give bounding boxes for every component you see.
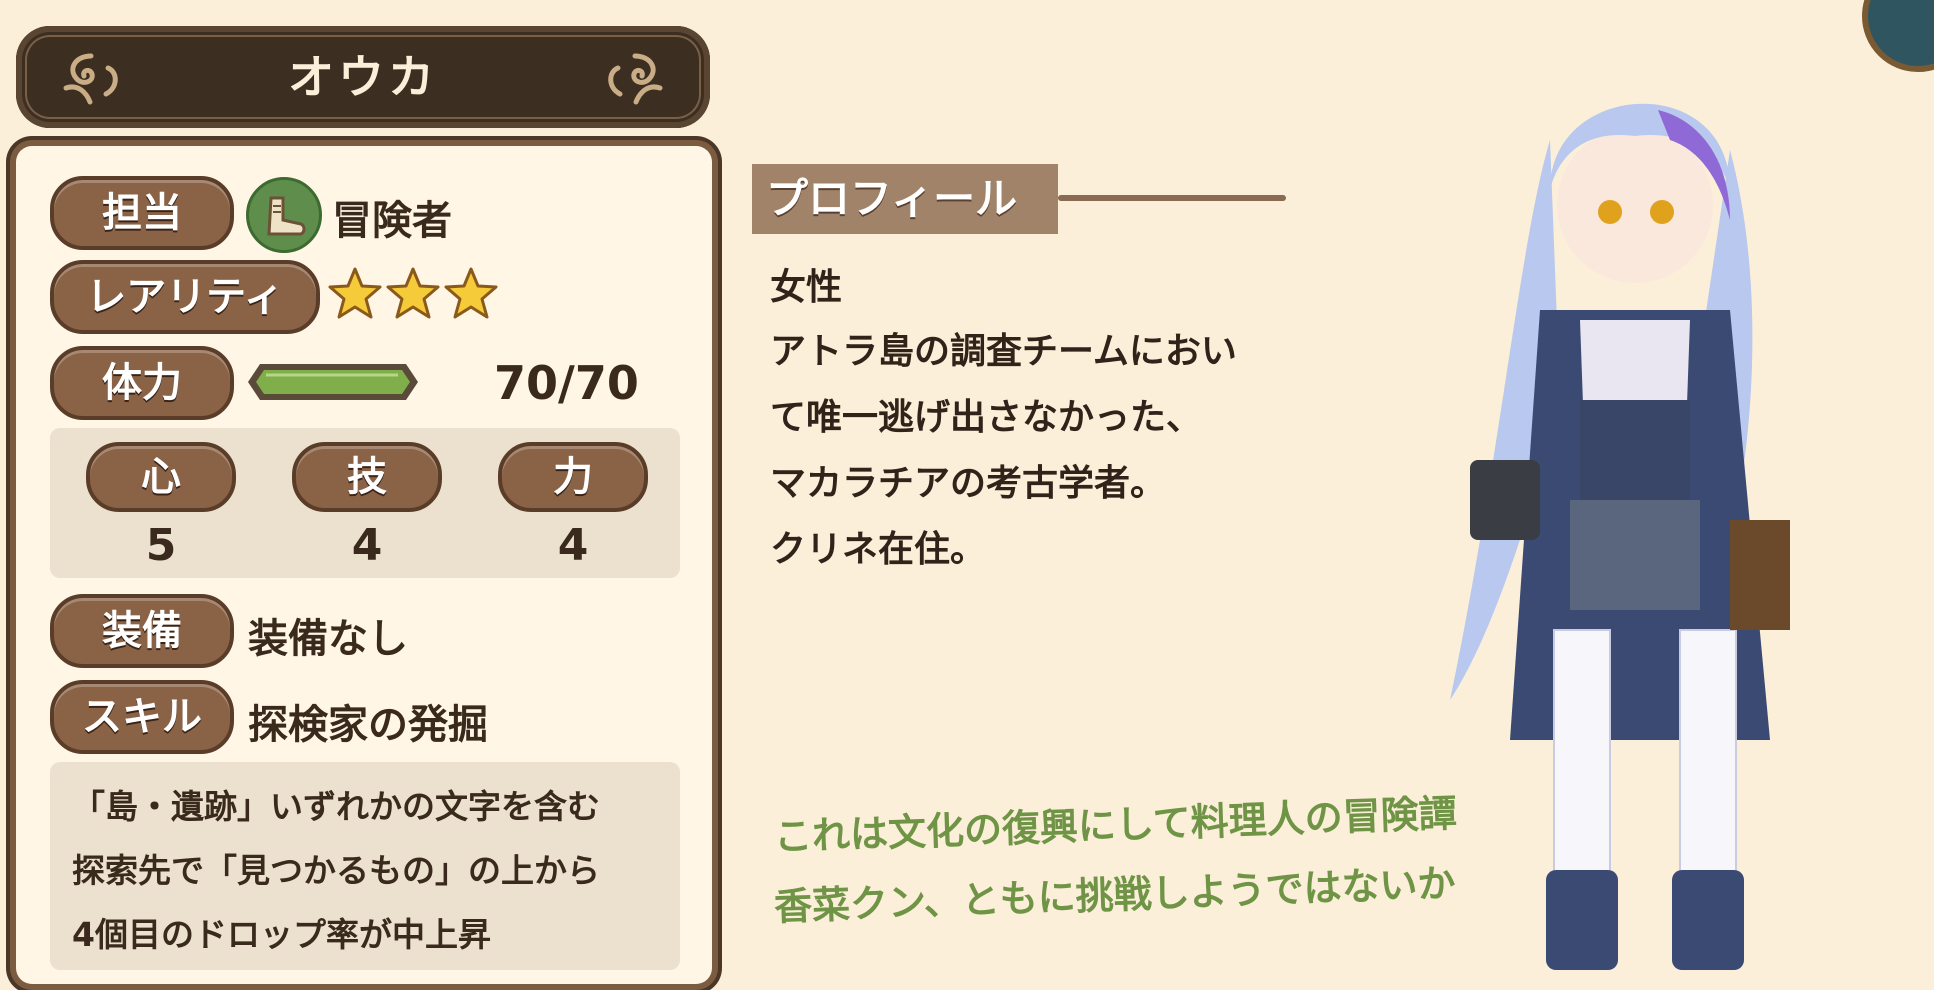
attr-value-chikara: 4 xyxy=(557,520,589,571)
role-value: 冒険者 xyxy=(332,198,452,244)
role-label-text: 担当 xyxy=(102,190,182,236)
attr-label-chikara: 力 xyxy=(498,442,648,512)
star-icon xyxy=(328,267,382,319)
attr-value-kokoro: 5 xyxy=(145,520,177,571)
skill-description-box: 「島・遺跡」いずれかの文字を含む 探索先で「見つかるもの」の上から 4個目のドロ… xyxy=(50,762,680,970)
equip-label-text: 装備 xyxy=(102,608,182,654)
profile-heading: プロフィール xyxy=(752,164,1058,234)
star-icon xyxy=(386,267,440,319)
rarity-stars xyxy=(327,266,499,326)
star-icon xyxy=(444,267,498,319)
profile-line: マカラチアの考古学者。 xyxy=(770,463,1167,504)
skill-desc-line: 4個目のドロップ率が中上昇 xyxy=(72,915,491,954)
hp-value: 70/70 xyxy=(494,356,639,410)
attr-label-waza: 技 xyxy=(292,442,442,512)
role-label: 担当 xyxy=(50,176,234,250)
character-illustration xyxy=(1450,103,1790,970)
profile-line: て唯一逃げ出さなかった、 xyxy=(770,397,1203,438)
skill-label-text: スキル xyxy=(82,694,202,740)
equip-label: 装備 xyxy=(50,594,234,668)
equip-value: 装備なし xyxy=(248,616,408,662)
skill-value: 探検家の発掘 xyxy=(248,702,488,748)
hp-bar xyxy=(248,364,418,400)
rarity-label: レアリティ xyxy=(50,260,320,334)
profile-divider xyxy=(1058,195,1286,201)
skill-desc-line: 「島・遺跡」いずれかの文字を含む xyxy=(72,787,600,826)
profile-line: 女性 xyxy=(770,267,843,308)
corner-menu-button[interactable] xyxy=(1862,0,1934,72)
hp-label: 体力 xyxy=(50,346,234,420)
profile-line: クリネ在住。 xyxy=(770,529,987,570)
catchphrase-line: これは文化の復興にして料理人の冒険譚 xyxy=(773,791,1458,859)
boot-icon xyxy=(246,177,322,253)
ornament-right-icon xyxy=(608,53,663,105)
skill-label: スキル xyxy=(50,680,234,754)
profile-line: アトラ島の調査チームにおい xyxy=(770,331,1237,372)
rarity-label-text: レアリティ xyxy=(86,274,284,320)
hp-label-text: 体力 xyxy=(102,360,182,406)
catchphrase-line: 香菜クン、ともに挑戦しようではないか xyxy=(773,861,1457,929)
attr-label-kokoro: 心 xyxy=(86,442,236,512)
name-banner: オウカ xyxy=(16,26,710,128)
skill-desc-line: 探索先で「見つかるもの」の上から xyxy=(72,851,600,890)
attr-value-waza: 4 xyxy=(351,520,383,571)
